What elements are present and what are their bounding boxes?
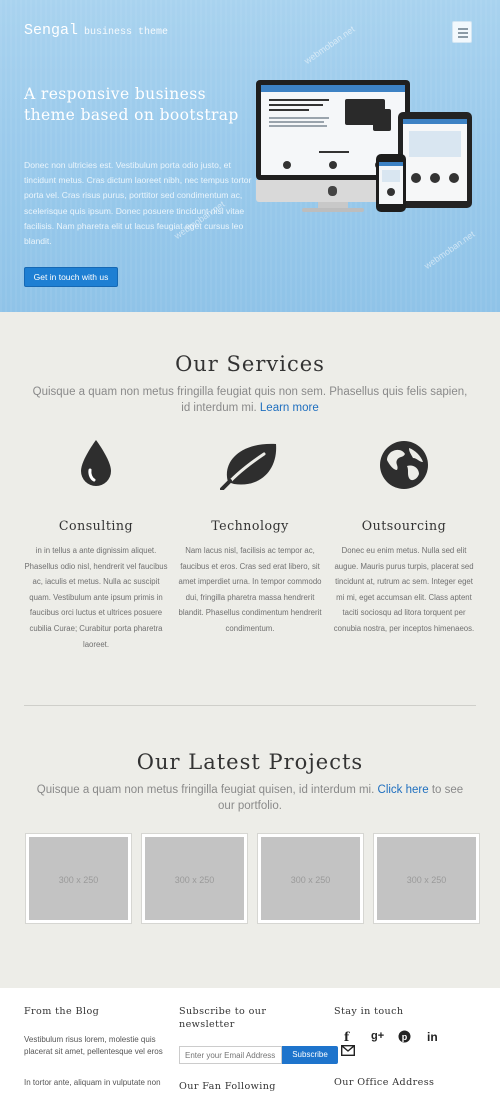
pinterest-icon[interactable]: p [398, 1030, 411, 1046]
facebook-icon[interactable]: f [344, 1030, 349, 1044]
hamburger-icon [458, 28, 468, 30]
mail-icon[interactable] [341, 1045, 355, 1056]
projects-title: Our Latest Projects [136, 750, 364, 774]
menu-toggle-button[interactable] [452, 21, 472, 43]
brand-tagline: business theme [84, 27, 169, 38]
drop-icon [81, 440, 111, 486]
blog-post-link[interactable]: In tortor ante, aliquam in vulputate non [24, 1077, 166, 1089]
learn-more-link[interactable]: Learn more [260, 402, 319, 414]
office-address-title: Our Office Address [334, 1077, 435, 1088]
blog-title: From the Blog [24, 1006, 100, 1017]
section-divider [24, 705, 476, 706]
service-desc: Donec eu enim metus. Nulla sed elit augu… [333, 546, 475, 633]
thumb-label: 300 x 250 [290, 875, 331, 885]
thumb-label: 300 x 250 [58, 875, 99, 885]
blog-post-link[interactable]: Vestibulum risus lorem, molestie quis pl… [24, 1034, 166, 1058]
service-desc: in in tellus a ante dignissim aliquet. P… [24, 546, 168, 649]
service-name: Consulting [58, 518, 134, 533]
service-desc: Nam lacus nisl, facilisis ac tempor ac, … [178, 546, 322, 633]
phone-image [376, 154, 406, 212]
projects-subtitle: Quisque a quam non metus fringilla feugi… [36, 784, 464, 812]
brand-logo[interactable]: Sengal business theme [24, 22, 168, 39]
services-title: Our Services [175, 352, 325, 376]
project-thumbnail[interactable]: 300 x 250 [373, 833, 480, 924]
subscribe-button[interactable]: Subscribe [282, 1046, 338, 1064]
linkedin-icon[interactable]: in [427, 1030, 438, 1044]
newsletter-title: Subscribe to our newsletter [179, 1006, 267, 1030]
google-plus-icon[interactable]: g+ [371, 1030, 384, 1042]
get-in-touch-button[interactable]: Get in touch with us [24, 267, 118, 287]
fan-following-title: Our Fan Following [179, 1081, 276, 1092]
brand-name[interactable]: Sengal [24, 22, 78, 39]
service-name: Outsourcing [361, 518, 447, 533]
email-input[interactable] [179, 1046, 282, 1064]
project-thumbnail[interactable]: 300 x 250 [257, 833, 364, 924]
globe-icon [380, 441, 428, 489]
project-thumbnail[interactable]: 300 x 250 [141, 833, 248, 924]
tablet-image [398, 112, 472, 208]
hero-section: Sengal business theme A responsive busine… [0, 0, 500, 312]
leaf-icon [220, 443, 277, 490]
service-name: Technology [211, 518, 289, 533]
svg-text:p: p [402, 1032, 408, 1042]
project-thumbnail[interactable]: 300 x 250 [25, 833, 132, 924]
stay-in-touch-title: Stay in touch [334, 1006, 404, 1017]
services-subtitle: Quisque a quam non metus fringilla feugi… [32, 386, 468, 414]
hero-title: A responsive business theme based on boo… [24, 85, 239, 124]
hero-text: Donec non ultricies est. Vestibulum port… [24, 160, 252, 247]
thumb-label: 300 x 250 [174, 875, 215, 885]
click-here-link[interactable]: Click here [378, 784, 429, 796]
thumb-label: 300 x 250 [406, 875, 447, 885]
